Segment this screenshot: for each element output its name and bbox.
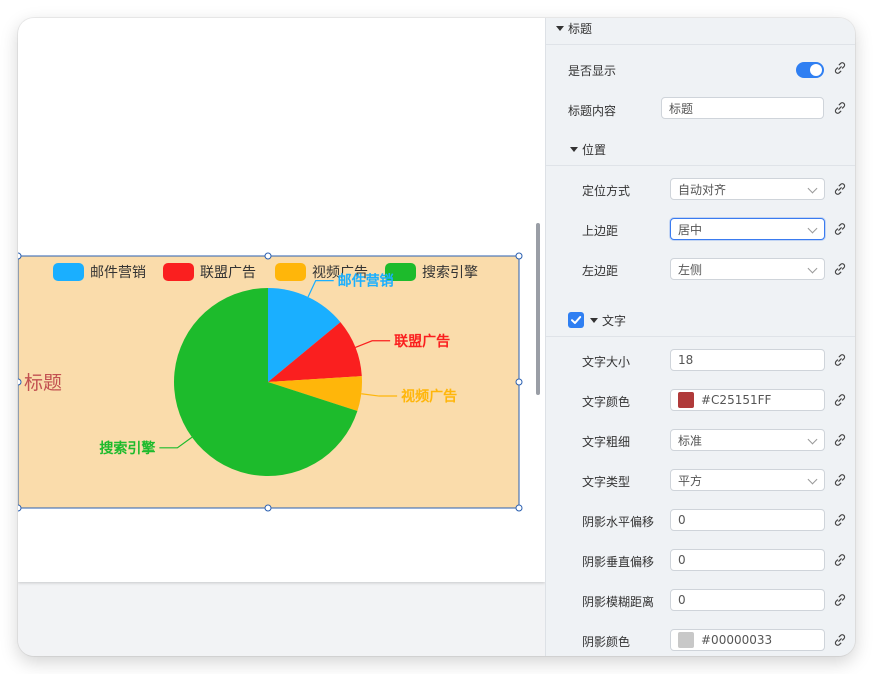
link-icon[interactable] bbox=[833, 353, 847, 367]
link-icon[interactable] bbox=[833, 262, 847, 276]
divider bbox=[546, 44, 855, 45]
position-mode-value: 自动对齐 bbox=[678, 182, 727, 197]
legend-swatch bbox=[163, 263, 194, 281]
top-margin-select[interactable]: 居中 bbox=[670, 218, 825, 240]
color-swatch bbox=[678, 392, 694, 408]
font-size-value: 18 bbox=[678, 353, 694, 367]
caret-down-icon bbox=[556, 25, 564, 31]
resize-handle[interactable] bbox=[264, 252, 272, 260]
section-title-header[interactable]: 标题 bbox=[546, 18, 855, 41]
chevron-down-icon bbox=[807, 183, 818, 194]
font-type-label: 文字类型 bbox=[582, 475, 631, 489]
canvas-scrollbar[interactable] bbox=[536, 223, 540, 395]
caret-down-icon bbox=[590, 317, 598, 323]
section-title-label: 标题 bbox=[568, 21, 593, 36]
legend-swatch bbox=[275, 263, 306, 281]
shadow-color-value: #00000033 bbox=[701, 633, 773, 647]
font-size-input[interactable]: 18 bbox=[670, 349, 825, 371]
shadow-color-label: 阴影颜色 bbox=[582, 635, 631, 649]
resize-handle[interactable] bbox=[18, 504, 22, 512]
font-weight-label: 文字粗细 bbox=[582, 435, 631, 449]
link-icon[interactable] bbox=[833, 182, 847, 196]
shadow-blur-value: 0 bbox=[678, 593, 686, 607]
resize-handle[interactable] bbox=[264, 504, 272, 512]
top-margin-label: 上边距 bbox=[582, 224, 619, 238]
show-label: 是否显示 bbox=[568, 64, 617, 78]
divider bbox=[546, 336, 855, 337]
shadow-h-value: 0 bbox=[678, 513, 686, 527]
legend-label: 搜索引擎 bbox=[422, 264, 478, 281]
font-color-picker[interactable]: #C25151FF bbox=[670, 389, 825, 411]
section-position-label: 位置 bbox=[582, 142, 607, 157]
left-margin-label: 左边距 bbox=[582, 264, 619, 278]
slice-label: 邮件营销 bbox=[338, 273, 394, 290]
top-margin-value: 居中 bbox=[678, 222, 703, 237]
link-icon[interactable] bbox=[833, 222, 847, 236]
chart-svg: 邮件营销 联盟广告 视频广告 搜索引擎 邮件营销联盟广告视频广告搜索引擎 标题 bbox=[18, 252, 523, 512]
font-size-label: 文字大小 bbox=[582, 355, 631, 369]
font-type-value: 平方 bbox=[678, 473, 703, 488]
title-content-value: 标题 bbox=[669, 101, 694, 116]
legend-label: 联盟广告 bbox=[200, 265, 256, 281]
shadow-h-input[interactable]: 0 bbox=[670, 509, 825, 531]
left-margin-select[interactable]: 左侧 bbox=[670, 258, 825, 280]
chevron-down-icon bbox=[807, 263, 818, 274]
link-icon[interactable] bbox=[833, 633, 847, 647]
shadow-h-label: 阴影水平偏移 bbox=[582, 515, 655, 529]
resize-handle[interactable] bbox=[515, 252, 523, 260]
shadow-v-input[interactable]: 0 bbox=[670, 549, 825, 571]
divider bbox=[546, 165, 855, 166]
toggle-knob bbox=[810, 64, 822, 76]
shadow-v-label: 阴影垂直偏移 bbox=[582, 555, 655, 569]
resize-handle[interactable] bbox=[515, 378, 523, 386]
left-margin-value: 左侧 bbox=[678, 262, 703, 277]
caret-down-icon bbox=[570, 146, 578, 152]
slice-label: 联盟广告 bbox=[394, 333, 450, 350]
resize-handle[interactable] bbox=[18, 378, 22, 386]
shadow-color-picker[interactable]: #00000033 bbox=[670, 629, 825, 651]
title-content-input[interactable]: 标题 bbox=[661, 97, 824, 119]
link-icon[interactable] bbox=[833, 433, 847, 447]
shadow-v-value: 0 bbox=[678, 553, 686, 567]
section-position-header[interactable]: 位置 bbox=[546, 136, 855, 162]
font-type-select[interactable]: 平方 bbox=[670, 469, 825, 491]
legend-label: 邮件营销 bbox=[90, 265, 146, 281]
position-mode-label: 定位方式 bbox=[582, 184, 631, 198]
slice-label: 搜索引擎 bbox=[99, 440, 155, 457]
font-weight-value: 标准 bbox=[678, 433, 703, 448]
shadow-blur-label: 阴影模糊距离 bbox=[582, 595, 655, 609]
show-toggle[interactable] bbox=[796, 62, 824, 78]
link-icon[interactable] bbox=[833, 101, 847, 115]
resize-handle[interactable] bbox=[18, 252, 22, 260]
font-color-label: 文字颜色 bbox=[582, 395, 631, 409]
chevron-down-icon bbox=[807, 434, 818, 445]
slice-label: 视频广告 bbox=[401, 388, 457, 405]
font-weight-select[interactable]: 标准 bbox=[670, 429, 825, 451]
editor-canvas: 邮件营销 联盟广告 视频广告 搜索引擎 邮件营销 联盟广告 视频广告 搜索引擎 标题 bbox=[18, 18, 545, 656]
app-window: 邮件营销 联盟广告 视频广告 搜索引擎 邮件营销 联盟广告 视频广告 搜索引擎 标题 标题 … bbox=[18, 18, 855, 656]
font-color-value: #C25151FF bbox=[701, 393, 772, 407]
link-icon[interactable] bbox=[833, 553, 847, 567]
chevron-down-icon bbox=[807, 223, 818, 234]
chart-title: 标题 bbox=[24, 372, 62, 394]
section-text-label: 文字 bbox=[602, 313, 627, 328]
section-text-header[interactable]: 文字 bbox=[546, 307, 855, 333]
legend-swatch bbox=[53, 263, 84, 281]
link-icon[interactable] bbox=[833, 473, 847, 487]
resize-handle[interactable] bbox=[515, 504, 523, 512]
title-content-label: 标题内容 bbox=[568, 104, 617, 118]
color-swatch bbox=[678, 632, 694, 648]
link-icon[interactable] bbox=[833, 513, 847, 527]
pie-chart-widget[interactable]: 邮件营销 联盟广告 视频广告 搜索引擎 邮件营销 联盟广告 视频广告 搜索引擎 标题 bbox=[18, 252, 523, 512]
link-icon[interactable] bbox=[833, 61, 847, 75]
link-icon[interactable] bbox=[833, 593, 847, 607]
shadow-blur-input[interactable]: 0 bbox=[670, 589, 825, 611]
chevron-down-icon bbox=[807, 474, 818, 485]
pie-slices bbox=[174, 288, 362, 476]
position-mode-select[interactable]: 自动对齐 bbox=[670, 178, 825, 200]
link-icon[interactable] bbox=[833, 393, 847, 407]
properties-panel: 标题 是否显示 标题内容 标题 位置 定位方式 自动对齐 上边距 居中 左边距 … bbox=[545, 18, 855, 656]
